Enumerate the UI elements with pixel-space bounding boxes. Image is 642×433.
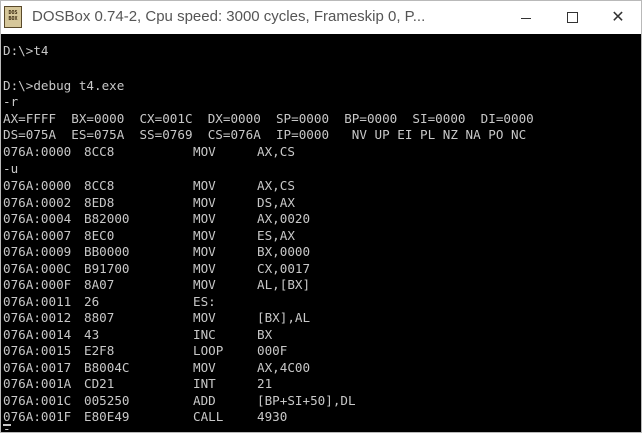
listing-addr: 076A:0000 — [3, 178, 72, 193]
text-cursor — [3, 424, 11, 426]
close-icon: ✕ — [611, 8, 625, 26]
listing-addr: 076A:0004 — [3, 211, 72, 226]
listing-op: INT — [193, 376, 216, 391]
console-line: -r — [3, 94, 19, 109]
listing-hex: BB0000 — [84, 244, 130, 259]
maximize-button[interactable] — [549, 1, 595, 34]
listing-op: INC — [193, 326, 216, 342]
listing-op: MOV — [193, 310, 216, 325]
listing-args: ES,AX — [257, 227, 295, 243]
instr-args: AX,CS — [257, 144, 295, 159]
listing-hex: 005250 — [84, 392, 130, 408]
dosbox-icon-text: DOS BOX — [8, 10, 18, 22]
final-prompt: - — [3, 421, 11, 432]
title-bar[interactable]: DOS BOX DOSBox 0.74-2, Cpu speed: 3000 c… — [1, 1, 641, 34]
listing-args: AX,CS — [257, 178, 295, 193]
listing-args: CX,0017 — [257, 260, 311, 276]
listing-addr: 076A:0011 — [3, 293, 72, 309]
console-line: D:\>debug t4.exe — [3, 78, 125, 93]
listing-hex: 8807 — [84, 310, 115, 325]
instr-addr: 076A:0000 — [3, 144, 72, 159]
listing-addr: 076A:000C — [3, 260, 72, 276]
listing-op: MOV — [193, 227, 216, 243]
listing-addr: 076A:0012 — [3, 310, 72, 325]
listing-hex: 8A07 — [84, 277, 115, 292]
listing-args: [BP+SI+50],DL — [257, 392, 356, 408]
listing-args: BX — [257, 326, 273, 342]
listing-args: 000F — [257, 343, 288, 358]
listing-hex: 8ED8 — [84, 194, 115, 210]
listing-hex: 43 — [84, 326, 100, 342]
listing-hex: 8CC8 — [84, 178, 115, 193]
listing-hex: E80E49 — [84, 409, 130, 424]
listing-addr: 076A:001C — [3, 392, 72, 408]
listing-addr: 076A:0009 — [3, 244, 72, 259]
instr-hex: 8CC8 — [84, 144, 115, 159]
dosbox-window: DOS BOX DOSBox 0.74-2, Cpu speed: 3000 c… — [0, 0, 642, 433]
listing-hex: B82000 — [84, 211, 130, 226]
maximize-icon — [566, 12, 578, 23]
instr-op: MOV — [193, 144, 216, 159]
window-title: DOSBox 0.74-2, Cpu speed: 3000 cycles, F… — [32, 8, 426, 25]
listing-op: ADD — [193, 392, 216, 408]
listing-op: CALL — [193, 409, 224, 424]
listing-addr: 076A:0007 — [3, 227, 72, 243]
listing-hex: B91700 — [84, 260, 130, 276]
listing-op: MOV — [193, 211, 216, 226]
listing-addr: 076A:000F — [3, 277, 72, 292]
listing-addr: 076A:0002 — [3, 194, 72, 210]
listing-op: MOV — [193, 277, 216, 292]
register-line: DS=075A ES=075A SS=0769 CS=076A IP=0000 … — [3, 127, 527, 142]
listing-args: AL,[BX] — [257, 277, 311, 292]
console-line: -u — [3, 161, 19, 176]
listing-args: AX,0020 — [257, 211, 311, 226]
listing-hex: B8004C — [84, 359, 130, 375]
listing-args: BX,0000 — [257, 244, 311, 259]
listing-op: MOV — [193, 178, 216, 193]
close-button[interactable]: ✕ — [595, 1, 641, 34]
listing-addr: 076A:001A — [3, 376, 72, 391]
listing-op: MOV — [193, 194, 216, 210]
minimize-icon — [521, 18, 531, 19]
listing-addr: 076A:001F — [3, 409, 72, 424]
listing-op: LOOP — [193, 343, 224, 358]
listing-args: 4930 — [257, 409, 288, 424]
listing-hex: CD21 — [84, 376, 115, 391]
listing-args: 21 — [257, 376, 273, 391]
console-screen[interactable]: D:\>t4 D:\>debug t4.exe -r AX=FFFF BX=00… — [1, 34, 641, 432]
listing-op: MOV — [193, 244, 216, 259]
listing-addr: 076A:0015 — [3, 343, 72, 358]
listing-op: MOV — [193, 260, 216, 276]
listing-hex: 8EC0 — [84, 227, 115, 243]
listing-hex: E2F8 — [84, 343, 115, 358]
listing-args: DS,AX — [257, 194, 295, 210]
listing-op: MOV — [193, 359, 216, 375]
listing-addr: 076A:0017 — [3, 359, 72, 375]
current-instruction: 076A:0000 8CC8 MOV AX,CS — [3, 144, 295, 160]
listing-args: AX,4C00 — [257, 359, 311, 375]
console-line: D:\>t4 — [3, 43, 49, 58]
register-line: AX=FFFF BX=0000 CX=001C DX=0000 SP=0000 … — [3, 111, 534, 126]
dosbox-icon: DOS BOX — [4, 6, 22, 28]
listing-addr: 076A:0014 — [3, 326, 72, 342]
listing-hex: 26 — [84, 293, 100, 309]
minimize-button[interactable] — [503, 1, 549, 34]
listing-args: [BX],AL — [257, 310, 311, 325]
listing-op: ES: — [193, 293, 216, 309]
